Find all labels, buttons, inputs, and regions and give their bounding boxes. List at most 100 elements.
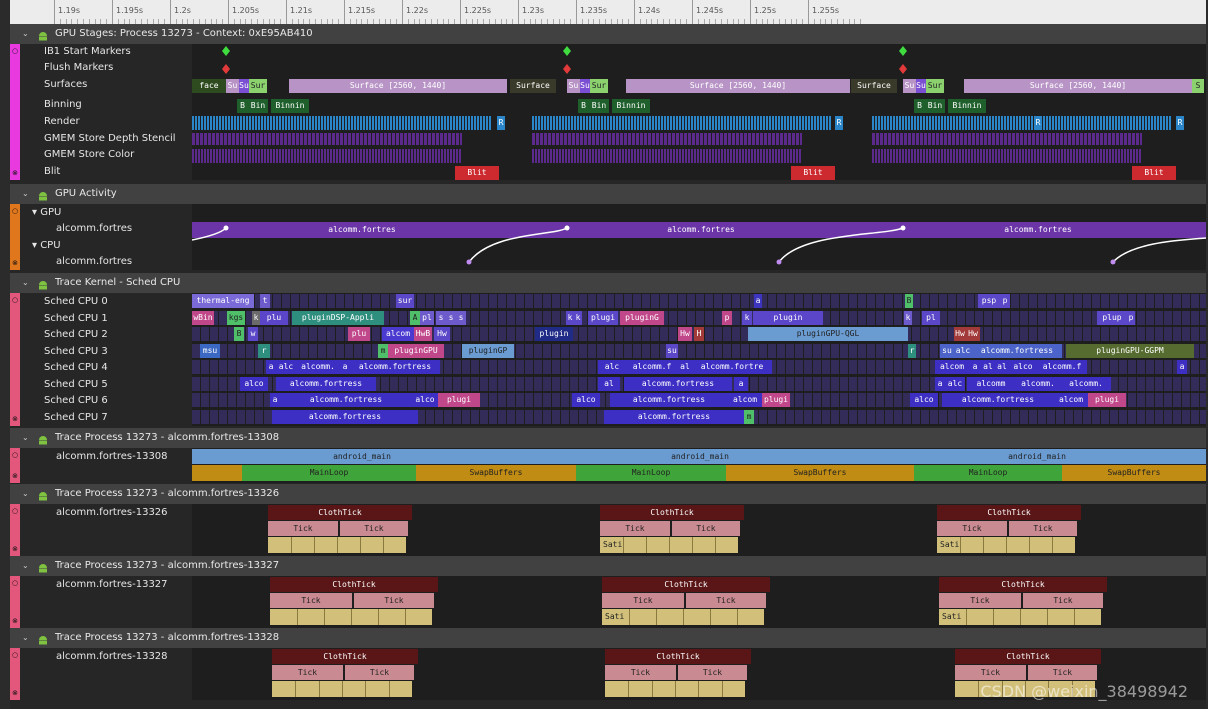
trace-slice[interactable]: ClothTick [602, 577, 770, 592]
trace-slice[interactable]: k [904, 310, 912, 325]
trace-slice[interactable]: B [578, 99, 589, 113]
section-header-p13327[interactable]: ⌄ Trace Process 13273 - alcomm.fortres-13… [10, 556, 1206, 576]
trace-slice[interactable]: plup [1097, 310, 1127, 325]
trace-slice[interactable]: Tick [605, 665, 676, 680]
trace-slice[interactable]: MainLoop [242, 465, 416, 481]
trace-slice[interactable]: Su [903, 79, 916, 93]
trace-slice[interactable]: ClothTick [937, 505, 1081, 520]
trace-slice[interactable]: alcomm.fortress [972, 343, 1062, 358]
trace-slice[interactable]: su [666, 343, 678, 358]
trace-slice[interactable]: Tick [686, 593, 766, 608]
trace-slice[interactable]: face [192, 79, 226, 93]
close-icon[interactable]: ⊗ [10, 414, 20, 424]
trace-slice[interactable]: Tick [268, 521, 338, 536]
trace-slice[interactable]: Tick [672, 521, 740, 536]
trace-slice[interactable]: SwapBuffers [1062, 465, 1206, 481]
trace-slice[interactable]: a [754, 294, 762, 308]
pin-icon[interactable]: ○ [10, 578, 20, 588]
trace-slice[interactable]: ClothTick [955, 649, 1101, 664]
trace-slice[interactable]: thermal-eng [192, 294, 254, 308]
trace-slice[interactable]: Hw [966, 327, 980, 341]
trace-slice[interactable]: Hw [954, 327, 966, 341]
trace-slice[interactable]: Su [916, 79, 926, 93]
trace-slice[interactable]: plugi [438, 393, 480, 407]
trace-slice[interactable]: Su [239, 79, 249, 93]
trace-slice[interactable]: Sur [926, 79, 944, 93]
trace-slice[interactable]: m [378, 343, 388, 358]
trace-slice[interactable]: pluginGP [462, 343, 514, 358]
trace-slice[interactable]: pluginGPU [388, 343, 444, 358]
trace-slice[interactable]: alcomm.fortress [350, 360, 440, 374]
trace-slice[interactable]: al [678, 360, 692, 374]
trace-slice[interactable]: Su [567, 79, 580, 93]
trace-slice[interactable]: w [248, 327, 258, 341]
trace-slice[interactable]: alco [572, 393, 600, 407]
trace-slice[interactable]: alco [240, 376, 268, 391]
trace-slice[interactable]: alcomm.fortress [942, 393, 1054, 407]
trace-slice[interactable]: Tick [1028, 665, 1097, 680]
trace-slice[interactable]: R [1176, 116, 1184, 130]
trace-slice[interactable]: H [694, 327, 704, 341]
trace-slice[interactable]: Surface [2560, 1440] [964, 79, 1192, 93]
trace-slice[interactable] [192, 465, 242, 481]
trace-slice[interactable]: pl [922, 310, 940, 325]
trace-slice[interactable]: Sur [249, 79, 267, 93]
pin-icon[interactable]: ○ [10, 450, 20, 460]
close-icon[interactable]: ⊗ [10, 544, 20, 554]
close-icon[interactable]: ⊗ [10, 688, 20, 698]
trace-slice[interactable]: ClothTick [268, 505, 412, 520]
collapse-chevron-icon[interactable]: ⌄ [22, 184, 29, 204]
trace-slice[interactable]: plu [348, 327, 370, 341]
trace-slice[interactable]: s [446, 310, 456, 325]
trace-slice[interactable]: Surface [2560, 1440] [626, 79, 850, 93]
trace-slice[interactable]: alcomm.fortress [280, 393, 412, 407]
section-header-p13328[interactable]: ⌄ Trace Process 13273 - alcomm.fortres-13… [10, 628, 1206, 648]
close-icon[interactable]: ⊗ [10, 168, 20, 178]
close-icon[interactable]: ⊗ [10, 471, 20, 481]
trace-slice[interactable]: Tick [340, 521, 408, 536]
trace-slice[interactable]: al [981, 360, 995, 374]
trace-slice[interactable]: alcomm.fortress [276, 376, 376, 391]
trace-slice[interactable]: alcomm. [1061, 376, 1111, 391]
trace-slice[interactable]: pl [420, 310, 434, 325]
trace-slice[interactable]: A [410, 310, 420, 325]
trace-slice[interactable]: alc [598, 360, 626, 374]
trace-slice[interactable]: SwapBuffers [726, 465, 914, 481]
trace-slice[interactable]: Blit [791, 166, 835, 180]
trace-slice[interactable]: R [835, 116, 843, 130]
trace-slice[interactable]: S [1192, 79, 1204, 93]
trace-slice[interactable]: B [914, 99, 925, 113]
trace-slice[interactable]: Bin [925, 99, 945, 113]
trace-slice[interactable]: Bin [589, 99, 609, 113]
collapse-chevron-icon[interactable]: ⌄ [22, 24, 29, 44]
trace-slice[interactable]: Tick [600, 521, 670, 536]
trace-slice[interactable]: alcomm [967, 376, 1015, 391]
trace-slice[interactable]: Blit [1132, 166, 1176, 180]
trace-slice[interactable]: Hw [678, 327, 692, 341]
trace-slice[interactable]: ClothTick [272, 649, 418, 664]
trace-slice[interactable]: a [270, 393, 280, 407]
trace-slice[interactable]: kgs [227, 310, 245, 325]
trace-slice[interactable]: Su [226, 79, 239, 93]
trace-slice[interactable]: pluginGPU-GGPM [1066, 343, 1194, 358]
trace-slice[interactable]: alc [945, 376, 965, 391]
trace-slice[interactable]: alcom [382, 327, 414, 341]
trace-slice[interactable]: alcom [1054, 393, 1088, 407]
collapse-chevron-icon[interactable]: ⌄ [22, 273, 29, 293]
trace-slice[interactable]: t [260, 294, 270, 308]
trace-slice[interactable]: Bin [248, 99, 268, 113]
trace-slice[interactable]: plugi [588, 310, 618, 325]
trace-slice[interactable]: SwapBuffers [416, 465, 576, 481]
trace-slice[interactable]: a [734, 376, 748, 391]
trace-slice[interactable]: Tick [354, 593, 434, 608]
trace-slice[interactable]: Tick [937, 521, 1007, 536]
pin-icon[interactable]: ○ [10, 46, 20, 56]
trace-slice[interactable]: Tick [955, 665, 1026, 680]
pin-icon[interactable]: ○ [10, 295, 20, 305]
close-icon[interactable]: ⊗ [10, 616, 20, 626]
trace-slice[interactable]: ClothTick [939, 577, 1107, 592]
trace-slice[interactable]: ClothTick [605, 649, 751, 664]
trace-slice[interactable]: Tick [678, 665, 747, 680]
trace-slice[interactable]: plu [260, 310, 288, 325]
trace-slice[interactable]: alcom [728, 393, 762, 407]
